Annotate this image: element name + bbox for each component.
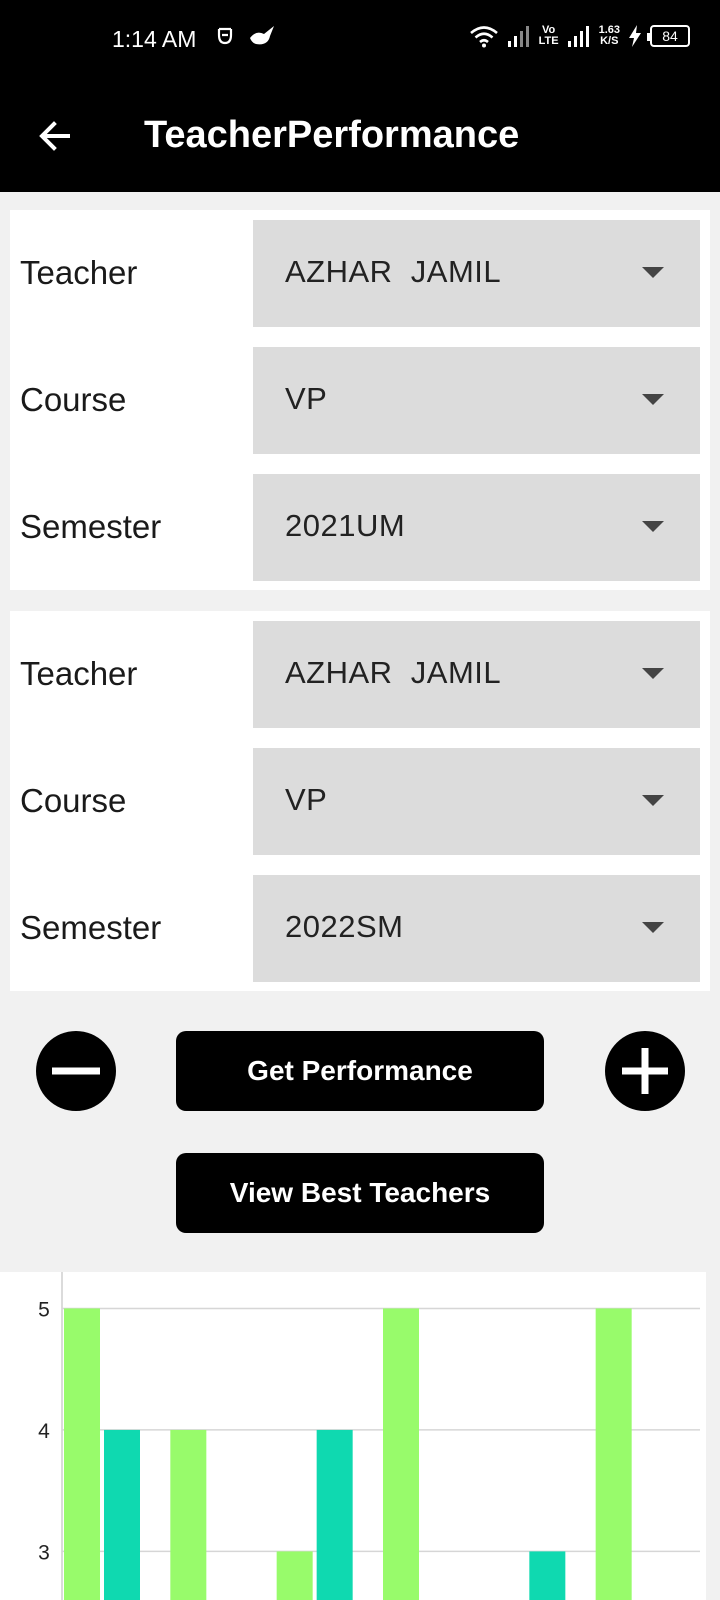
network-speed-unit: K/S [600, 35, 619, 47]
get-performance-button[interactable]: Get Performance [176, 1031, 544, 1111]
course-dropdown[interactable]: VP [253, 748, 700, 855]
semester-row: Semester 2022SM [10, 875, 710, 982]
teacher-selected-value: AZHAR JAMIL [285, 655, 502, 690]
chevron-down-icon [642, 922, 664, 933]
y-tick-label: 4 [38, 1420, 50, 1443]
page-title: TeacherPerformance [144, 114, 520, 156]
status-bar: 1:14 AM Vo LTE 1.63 K/S 84 [0, 0, 720, 80]
chevron-down-icon [642, 521, 664, 532]
network-speed: 1.63 K/S [599, 25, 620, 47]
y-tick-label: 3 [38, 1541, 50, 1564]
chevron-down-icon [642, 394, 664, 405]
notification-bird-icon [250, 26, 274, 45]
semester-selected-value: 2022SM [285, 909, 404, 944]
teacher-selected-value: AZHAR JAMIL [285, 254, 502, 289]
y-tick-label: 5 [38, 1298, 50, 1321]
course-row: Course VP [10, 347, 710, 454]
semester-label: Semester [20, 508, 162, 545]
course-label: Course [20, 782, 127, 819]
performance-bar-chart: 5 4 3 [38, 1272, 700, 1600]
status-time: 1:14 AM [112, 26, 197, 52]
semester-selected-value: 2021UM [285, 508, 406, 543]
chart-bar [276, 1551, 313, 1600]
remove-comparison-button[interactable] [36, 1031, 116, 1111]
view-best-teachers-button[interactable]: View Best Teachers [176, 1153, 544, 1233]
network-type-label: Vo LTE [538, 24, 559, 47]
semester-label: Semester [20, 909, 162, 946]
teacher-row: Teacher AZHAR JAMIL [10, 220, 710, 327]
app-bar: TeacherPerformance [0, 80, 720, 192]
teacher-label: Teacher [20, 655, 138, 692]
arrow-left-icon[interactable] [34, 114, 78, 158]
chart-bar [383, 1308, 419, 1600]
course-row: Course VP [10, 748, 710, 855]
battery-indicator: 84 [647, 25, 690, 47]
chevron-down-icon [642, 668, 664, 679]
minus-icon [52, 1067, 100, 1075]
semester-dropdown[interactable]: 2022SM [253, 875, 700, 982]
comparison-form-1: Teacher AZHAR JAMIL Course VP Semester 2… [10, 210, 710, 590]
chart-bar [170, 1429, 207, 1600]
semester-dropdown[interactable]: 2021UM [253, 474, 700, 581]
semester-row: Semester 2021UM [10, 474, 710, 581]
chart-bar [64, 1308, 100, 1600]
chart-bar [104, 1429, 140, 1600]
chevron-down-icon [642, 267, 664, 278]
course-dropdown[interactable]: VP [253, 347, 700, 454]
teacher-dropdown[interactable]: AZHAR JAMIL [253, 220, 700, 327]
teacher-dropdown[interactable]: AZHAR JAMIL [253, 621, 700, 728]
teacher-row: Teacher AZHAR JAMIL [10, 621, 710, 728]
performance-chart: 5 4 3 [0, 1272, 706, 1600]
course-label: Course [20, 381, 127, 418]
course-selected-value: VP [285, 381, 328, 416]
course-selected-value: VP [285, 782, 328, 817]
chart-bar [529, 1551, 566, 1600]
signal-icon [567, 26, 589, 47]
wifi-icon [469, 26, 498, 48]
comparison-form-2: Teacher AZHAR JAMIL Course VP Semester 2… [10, 611, 710, 991]
chart-bar [595, 1308, 632, 1600]
teacher-label: Teacher [20, 254, 138, 291]
chevron-down-icon [642, 795, 664, 806]
signal-icon [507, 26, 529, 47]
charging-icon [629, 25, 641, 47]
add-comparison-button[interactable] [605, 1031, 685, 1111]
chart-bar [316, 1429, 353, 1600]
plus-icon [622, 1048, 668, 1094]
status-notification-icons [216, 24, 276, 48]
notification-app-icon [217, 27, 233, 45]
status-system-icons: Vo LTE 1.63 K/S 84 [469, 24, 690, 48]
